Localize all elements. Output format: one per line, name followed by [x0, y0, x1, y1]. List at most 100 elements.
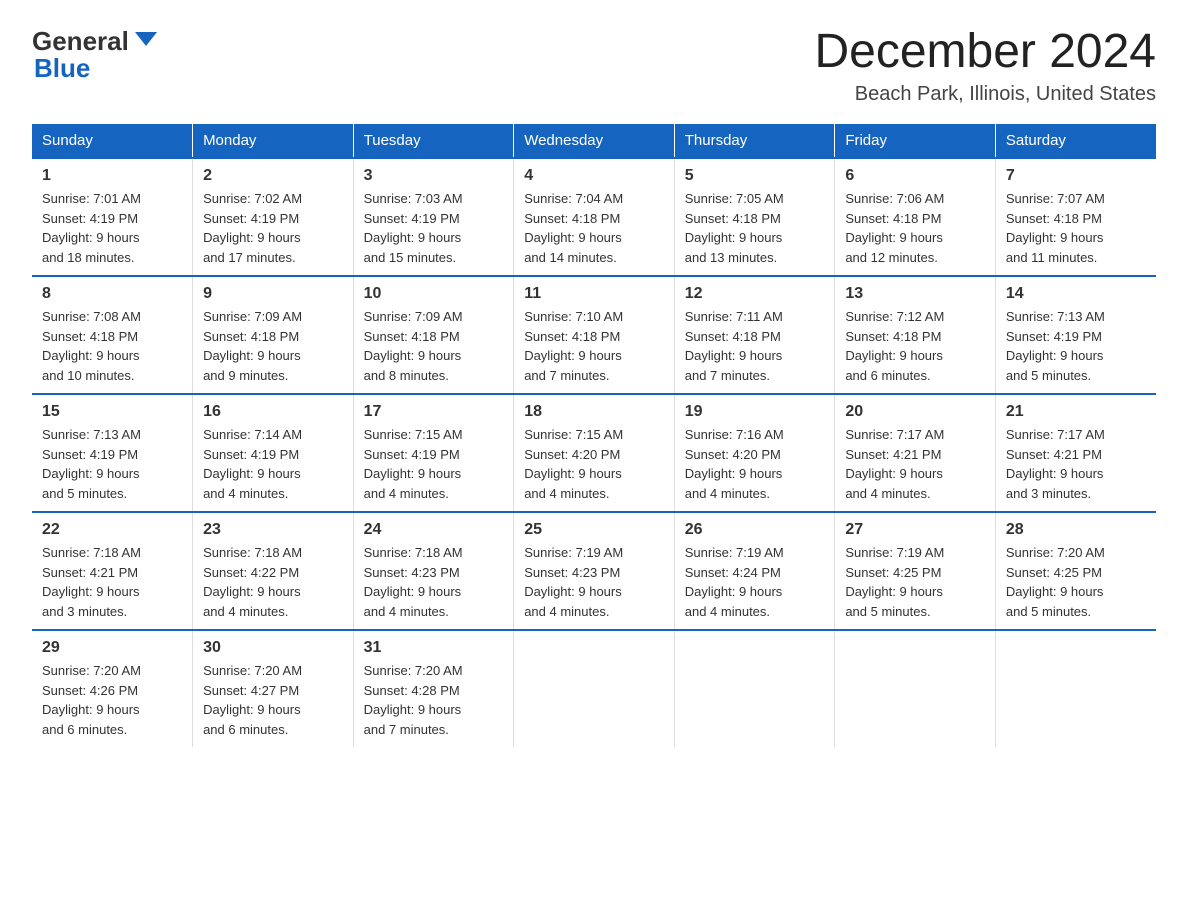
- weekday-header-friday: Friday: [835, 124, 996, 158]
- calendar-cell: 27 Sunrise: 7:19 AM Sunset: 4:25 PM Dayl…: [835, 512, 996, 630]
- logo-arrow-icon: [131, 24, 161, 54]
- day-number: 26: [685, 521, 825, 539]
- calendar-week-1: 1 Sunrise: 7:01 AM Sunset: 4:19 PM Dayli…: [32, 158, 1156, 276]
- month-title: December 2024: [814, 24, 1156, 79]
- calendar-cell: [835, 630, 996, 747]
- day-info: Sunrise: 7:20 AM Sunset: 4:26 PM Dayligh…: [42, 661, 182, 739]
- calendar-cell: 8 Sunrise: 7:08 AM Sunset: 4:18 PM Dayli…: [32, 276, 193, 394]
- day-number: 15: [42, 403, 182, 421]
- day-number: 7: [1006, 167, 1146, 185]
- calendar-cell: 20 Sunrise: 7:17 AM Sunset: 4:21 PM Dayl…: [835, 394, 996, 512]
- day-info: Sunrise: 7:04 AM Sunset: 4:18 PM Dayligh…: [524, 189, 664, 267]
- day-number: 14: [1006, 285, 1146, 303]
- weekday-header-monday: Monday: [193, 124, 354, 158]
- day-info: Sunrise: 7:10 AM Sunset: 4:18 PM Dayligh…: [524, 307, 664, 385]
- weekday-header-sunday: Sunday: [32, 124, 193, 158]
- logo-blue-text: Blue: [34, 53, 90, 84]
- calendar-cell: 11 Sunrise: 7:10 AM Sunset: 4:18 PM Dayl…: [514, 276, 675, 394]
- calendar-cell: 16 Sunrise: 7:14 AM Sunset: 4:19 PM Dayl…: [193, 394, 354, 512]
- day-number: 3: [364, 167, 504, 185]
- day-number: 18: [524, 403, 664, 421]
- calendar-cell: 23 Sunrise: 7:18 AM Sunset: 4:22 PM Dayl…: [193, 512, 354, 630]
- calendar-cell: [514, 630, 675, 747]
- day-number: 19: [685, 403, 825, 421]
- calendar-cell: 17 Sunrise: 7:15 AM Sunset: 4:19 PM Dayl…: [353, 394, 514, 512]
- day-number: 4: [524, 167, 664, 185]
- day-number: 25: [524, 521, 664, 539]
- day-info: Sunrise: 7:14 AM Sunset: 4:19 PM Dayligh…: [203, 425, 343, 503]
- title-area: December 2024 Beach Park, Illinois, Unit…: [814, 24, 1156, 106]
- calendar-cell: 3 Sunrise: 7:03 AM Sunset: 4:19 PM Dayli…: [353, 158, 514, 276]
- calendar-cell: 21 Sunrise: 7:17 AM Sunset: 4:21 PM Dayl…: [995, 394, 1156, 512]
- location-title: Beach Park, Illinois, United States: [814, 83, 1156, 106]
- day-number: 28: [1006, 521, 1146, 539]
- calendar-cell: 24 Sunrise: 7:18 AM Sunset: 4:23 PM Dayl…: [353, 512, 514, 630]
- day-number: 27: [845, 521, 985, 539]
- calendar-cell: 15 Sunrise: 7:13 AM Sunset: 4:19 PM Dayl…: [32, 394, 193, 512]
- day-info: Sunrise: 7:11 AM Sunset: 4:18 PM Dayligh…: [685, 307, 825, 385]
- day-number: 24: [364, 521, 504, 539]
- weekday-header-saturday: Saturday: [995, 124, 1156, 158]
- day-number: 12: [685, 285, 825, 303]
- day-number: 11: [524, 285, 664, 303]
- calendar-cell: 6 Sunrise: 7:06 AM Sunset: 4:18 PM Dayli…: [835, 158, 996, 276]
- calendar-week-3: 15 Sunrise: 7:13 AM Sunset: 4:19 PM Dayl…: [32, 394, 1156, 512]
- day-info: Sunrise: 7:13 AM Sunset: 4:19 PM Dayligh…: [1006, 307, 1146, 385]
- day-info: Sunrise: 7:18 AM Sunset: 4:22 PM Dayligh…: [203, 543, 343, 621]
- calendar-week-4: 22 Sunrise: 7:18 AM Sunset: 4:21 PM Dayl…: [32, 512, 1156, 630]
- weekday-header-row: SundayMondayTuesdayWednesdayThursdayFrid…: [32, 124, 1156, 158]
- calendar-cell: 1 Sunrise: 7:01 AM Sunset: 4:19 PM Dayli…: [32, 158, 193, 276]
- day-number: 17: [364, 403, 504, 421]
- day-info: Sunrise: 7:03 AM Sunset: 4:19 PM Dayligh…: [364, 189, 504, 267]
- day-info: Sunrise: 7:15 AM Sunset: 4:20 PM Dayligh…: [524, 425, 664, 503]
- calendar-cell: 2 Sunrise: 7:02 AM Sunset: 4:19 PM Dayli…: [193, 158, 354, 276]
- day-info: Sunrise: 7:19 AM Sunset: 4:25 PM Dayligh…: [845, 543, 985, 621]
- day-number: 22: [42, 521, 182, 539]
- calendar-cell: 5 Sunrise: 7:05 AM Sunset: 4:18 PM Dayli…: [674, 158, 835, 276]
- calendar-cell: 22 Sunrise: 7:18 AM Sunset: 4:21 PM Dayl…: [32, 512, 193, 630]
- day-info: Sunrise: 7:13 AM Sunset: 4:19 PM Dayligh…: [42, 425, 182, 503]
- day-number: 29: [42, 639, 182, 657]
- day-info: Sunrise: 7:20 AM Sunset: 4:28 PM Dayligh…: [364, 661, 504, 739]
- day-info: Sunrise: 7:09 AM Sunset: 4:18 PM Dayligh…: [364, 307, 504, 385]
- day-number: 2: [203, 167, 343, 185]
- day-number: 16: [203, 403, 343, 421]
- day-info: Sunrise: 7:15 AM Sunset: 4:19 PM Dayligh…: [364, 425, 504, 503]
- day-number: 5: [685, 167, 825, 185]
- day-info: Sunrise: 7:20 AM Sunset: 4:25 PM Dayligh…: [1006, 543, 1146, 621]
- calendar-cell: 26 Sunrise: 7:19 AM Sunset: 4:24 PM Dayl…: [674, 512, 835, 630]
- day-info: Sunrise: 7:17 AM Sunset: 4:21 PM Dayligh…: [845, 425, 985, 503]
- weekday-header-thursday: Thursday: [674, 124, 835, 158]
- day-number: 10: [364, 285, 504, 303]
- weekday-header-tuesday: Tuesday: [353, 124, 514, 158]
- day-number: 9: [203, 285, 343, 303]
- day-number: 20: [845, 403, 985, 421]
- weekday-header-wednesday: Wednesday: [514, 124, 675, 158]
- day-number: 13: [845, 285, 985, 303]
- day-number: 1: [42, 167, 182, 185]
- day-info: Sunrise: 7:19 AM Sunset: 4:23 PM Dayligh…: [524, 543, 664, 621]
- calendar-cell: 14 Sunrise: 7:13 AM Sunset: 4:19 PM Dayl…: [995, 276, 1156, 394]
- header: General Blue December 2024 Beach Park, I…: [32, 24, 1156, 106]
- calendar-cell: 4 Sunrise: 7:04 AM Sunset: 4:18 PM Dayli…: [514, 158, 675, 276]
- calendar-week-2: 8 Sunrise: 7:08 AM Sunset: 4:18 PM Dayli…: [32, 276, 1156, 394]
- calendar-cell: [995, 630, 1156, 747]
- day-info: Sunrise: 7:17 AM Sunset: 4:21 PM Dayligh…: [1006, 425, 1146, 503]
- calendar-cell: 29 Sunrise: 7:20 AM Sunset: 4:26 PM Dayl…: [32, 630, 193, 747]
- calendar-cell: [674, 630, 835, 747]
- calendar-cell: 19 Sunrise: 7:16 AM Sunset: 4:20 PM Dayl…: [674, 394, 835, 512]
- day-info: Sunrise: 7:16 AM Sunset: 4:20 PM Dayligh…: [685, 425, 825, 503]
- day-info: Sunrise: 7:12 AM Sunset: 4:18 PM Dayligh…: [845, 307, 985, 385]
- day-number: 8: [42, 285, 182, 303]
- day-number: 6: [845, 167, 985, 185]
- calendar-cell: 28 Sunrise: 7:20 AM Sunset: 4:25 PM Dayl…: [995, 512, 1156, 630]
- calendar-cell: 10 Sunrise: 7:09 AM Sunset: 4:18 PM Dayl…: [353, 276, 514, 394]
- day-info: Sunrise: 7:19 AM Sunset: 4:24 PM Dayligh…: [685, 543, 825, 621]
- day-info: Sunrise: 7:01 AM Sunset: 4:19 PM Dayligh…: [42, 189, 182, 267]
- day-info: Sunrise: 7:09 AM Sunset: 4:18 PM Dayligh…: [203, 307, 343, 385]
- day-info: Sunrise: 7:08 AM Sunset: 4:18 PM Dayligh…: [42, 307, 182, 385]
- calendar-cell: 18 Sunrise: 7:15 AM Sunset: 4:20 PM Dayl…: [514, 394, 675, 512]
- calendar-cell: 13 Sunrise: 7:12 AM Sunset: 4:18 PM Dayl…: [835, 276, 996, 394]
- calendar-cell: 30 Sunrise: 7:20 AM Sunset: 4:27 PM Dayl…: [193, 630, 354, 747]
- day-number: 31: [364, 639, 504, 657]
